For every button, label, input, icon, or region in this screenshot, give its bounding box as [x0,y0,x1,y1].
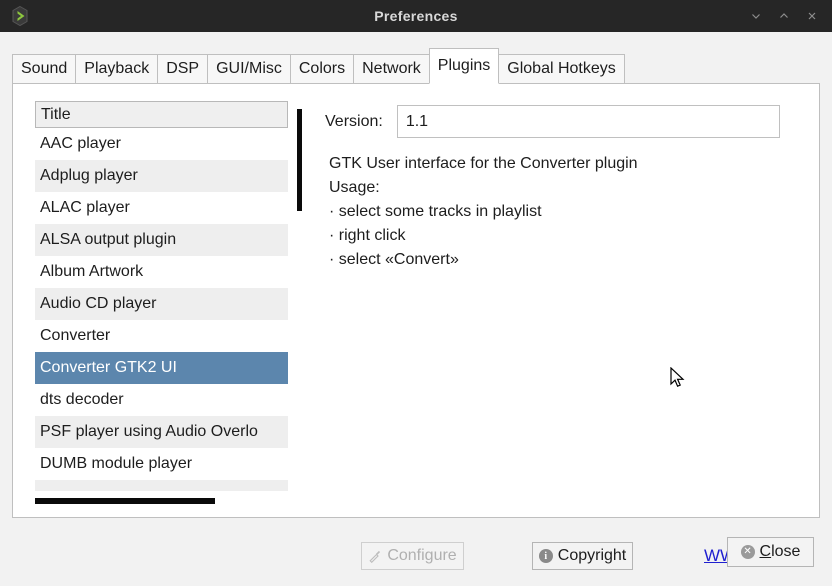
copyright-button[interactable]: i Copyright [532,542,633,570]
tab-label: Sound [21,60,68,77]
description-line: Usage: [329,179,380,196]
maximize-icon[interactable] [770,0,798,32]
plugin-list-body[interactable]: AAC player Adplug player ALAC player ALS… [35,128,288,491]
list-item[interactable]: Audio CD player [35,288,288,320]
plugin-list[interactable]: Title AAC player Adplug player ALAC play… [35,101,288,491]
list-item[interactable]: dts decoder [35,384,288,416]
description-line: GTK User interface for the Converter plu… [329,155,638,172]
close-button-rest: lose [771,543,801,560]
list-item-selected[interactable]: Converter GTK2 UI [35,352,288,384]
tab-colors[interactable]: Colors [289,54,355,84]
column-header-label: Title [41,105,71,123]
tab-playback[interactable]: Playback [75,54,159,84]
list-item[interactable]: PSF player using Audio Overlo [35,416,288,448]
tab-gui-misc[interactable]: GUI/Misc [207,54,291,84]
tab-label: Plugins [437,57,491,74]
list-item-label: PSF player using Audio Overlo [40,423,258,440]
list-item-label: Converter GTK2 UI [40,359,177,376]
list-item-label: DUMB module player [40,455,193,472]
plugin-list-hscrollbar-thumb[interactable] [35,498,215,504]
list-item[interactable]: ALAC player [35,192,288,224]
description-line: · right click [329,227,406,244]
list-item-label: Audio CD player [40,295,157,312]
description-line: · select «Convert» [329,251,459,268]
list-item-label: Adplug player [40,167,138,184]
configure-button-label: Configure [387,547,457,564]
window-titlebar: Preferences [0,0,832,32]
list-item[interactable]: AAC player [35,128,288,160]
tab-sound[interactable]: Sound [12,54,77,84]
description-line: · select some tracks in playlist [329,203,542,220]
window-controls [742,0,826,32]
tab-label: Global Hotkeys [507,60,616,77]
list-item[interactable]: ALSA output plugin [35,224,288,256]
close-button-label: Close [760,543,801,561]
list-item-label: AAC player [40,135,121,152]
preferences-tabstrip: Sound Playback DSP GUI/Misc Colors Netwo… [12,48,820,84]
close-button[interactable]: ✕ Close [727,537,814,567]
plugin-description: GTK User interface for the Converter plu… [329,152,799,272]
version-input[interactable] [396,105,780,138]
tab-label: GUI/Misc [216,60,282,77]
plugins-page: Title AAC player Adplug player ALAC play… [12,83,820,570]
close-button-mnemonic: C [759,543,772,560]
tab-label: Colors [298,60,346,77]
tab-label: Playback [84,60,150,77]
list-item-label: Converter [40,327,111,344]
configure-button[interactable]: Configure [361,542,464,570]
tab-label: Network [362,60,421,77]
tab-global-hotkeys[interactable]: Global Hotkeys [498,54,625,84]
preferences-window: Preferences Sound Playback DSP GUI/Misc … [0,0,832,586]
list-item[interactable]: Album Artwork [35,256,288,288]
window-title: Preferences [374,8,458,24]
info-icon: i [538,549,553,563]
minimize-icon[interactable] [742,0,770,32]
tab-label: DSP [166,60,200,77]
list-item-label: ALSA output plugin [40,231,177,248]
plugin-list-column-header[interactable]: Title [35,101,288,128]
close-circle-icon: ✕ [740,545,755,559]
version-row: Version: [325,105,780,138]
tab-plugins[interactable]: Plugins [428,48,500,84]
wrench-icon [368,549,382,564]
details-vscrollbar-thumb[interactable] [297,109,302,211]
tab-network[interactable]: Network [353,54,430,84]
list-item-label: dts decoder [40,391,124,408]
list-item-label: Album Artwork [40,263,144,280]
list-item-label: ALAC player [40,199,130,216]
list-item[interactable]: DUMB module player [35,448,288,480]
list-item[interactable]: Converter [35,320,288,352]
tab-dsp[interactable]: DSP [157,54,209,84]
copyright-button-label: Copyright [557,547,627,564]
list-item[interactable] [35,480,288,491]
close-icon[interactable] [798,0,826,32]
version-label: Version: [325,112,383,130]
list-item[interactable]: Adplug player [35,160,288,192]
